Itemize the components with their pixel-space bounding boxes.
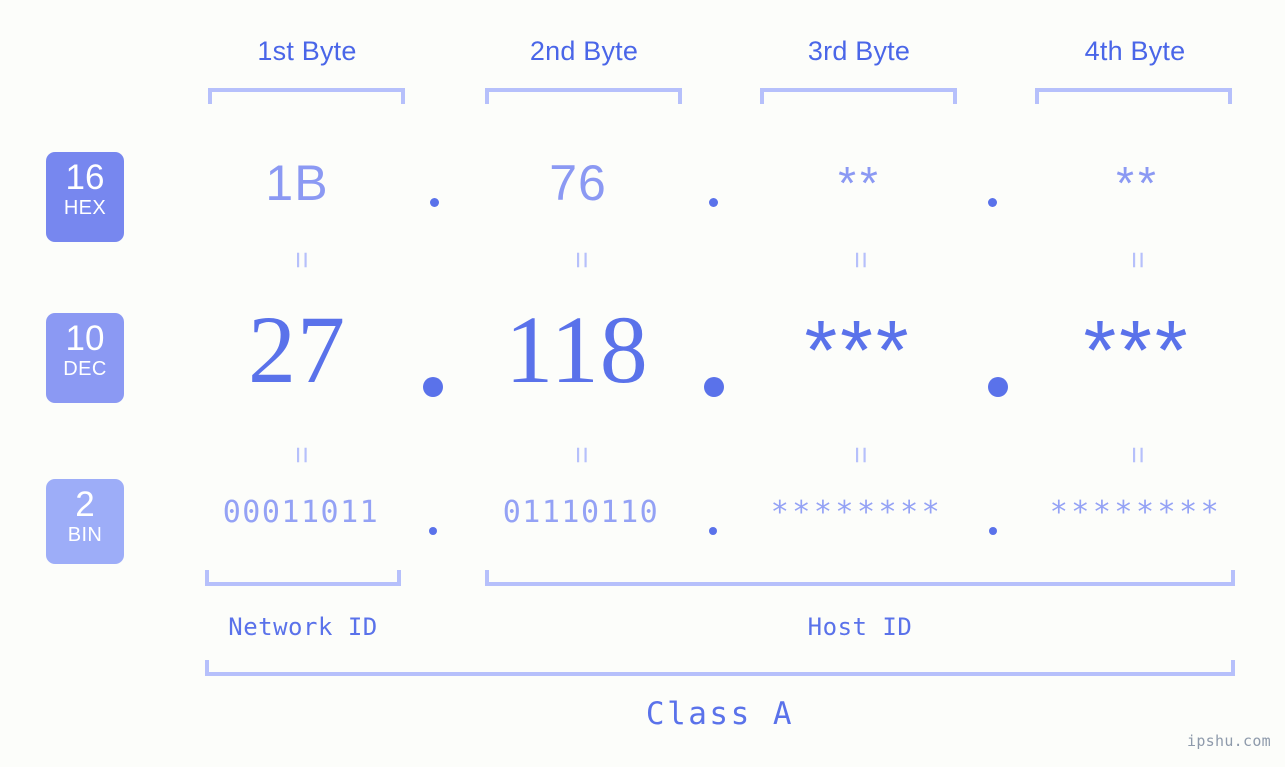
equals-sign-dec-bin-3: = [844, 446, 877, 464]
ip-breakdown-diagram: 1st Byte 2nd Byte 3rd Byte 4th Byte 16 H… [0, 0, 1285, 767]
dec-value-byte-3: *** [804, 303, 912, 397]
equals-sign-dec-bin-2: = [565, 446, 598, 464]
radix-badge-bin-number: 2 [75, 485, 95, 524]
equals-sign-hex-dec-2: = [565, 251, 598, 269]
hex-value-byte-3: ** [838, 157, 882, 209]
class-label: Class A [645, 696, 795, 732]
network-id-label: Network ID [228, 613, 378, 641]
equals-sign-dec-bin-4: = [1121, 446, 1154, 464]
class-bracket [205, 660, 1235, 676]
byte-bracket-3 [760, 88, 957, 104]
bin-value-byte-4: ******** [1049, 495, 1223, 530]
radix-badge-dec: 10 DEC [46, 313, 124, 403]
hex-separator-dot-3 [988, 198, 997, 207]
radix-badge-hex-system: HEX [63, 197, 107, 219]
dec-separator-dot-3 [988, 377, 1008, 397]
byte-label-1: 1st Byte [257, 36, 357, 66]
bin-value-byte-3: ******** [770, 495, 944, 530]
hex-separator-dot-1 [430, 198, 439, 207]
bin-separator-dot-2 [709, 527, 717, 535]
equals-sign-hex-dec-3: = [844, 251, 877, 269]
network-id-bracket [205, 570, 401, 586]
radix-badge-bin-system: BIN [67, 524, 103, 546]
dec-value-byte-2: 118 [505, 296, 649, 403]
dec-separator-dot-1 [423, 377, 443, 397]
equals-sign-hex-dec-4: = [1121, 251, 1154, 269]
radix-badge-dec-number: 10 [65, 319, 105, 358]
dec-separator-dot-2 [704, 377, 724, 397]
dec-value-byte-1: 27 [248, 296, 346, 403]
dec-value-byte-4: *** [1083, 303, 1191, 397]
equals-sign-dec-bin-1: = [285, 446, 318, 464]
hex-value-byte-1: 1B [265, 155, 329, 211]
bin-value-byte-1: 00011011 [222, 495, 380, 530]
radix-badge-hex-number: 16 [65, 158, 105, 197]
radix-badge-bin: 2 BIN [46, 479, 124, 564]
equals-sign-hex-dec-1: = [285, 251, 318, 269]
hex-value-byte-4: ** [1116, 157, 1160, 209]
byte-bracket-2 [485, 88, 682, 104]
hex-separator-dot-2 [709, 198, 718, 207]
hex-value-byte-2: 76 [549, 155, 607, 211]
byte-label-2: 2nd Byte [529, 36, 639, 66]
host-id-label: Host ID [807, 613, 913, 641]
host-id-bracket [485, 570, 1235, 586]
radix-badge-hex: 16 HEX [46, 152, 124, 242]
bin-separator-dot-3 [989, 527, 997, 535]
byte-label-3: 3rd Byte [807, 36, 911, 66]
bin-value-byte-2: 01110110 [502, 495, 660, 530]
byte-bracket-1 [208, 88, 405, 104]
byte-label-4: 4th Byte [1084, 36, 1186, 66]
byte-bracket-4 [1035, 88, 1232, 104]
watermark: ipshu.com [1187, 732, 1271, 750]
radix-badge-dec-system: DEC [63, 358, 107, 380]
bin-separator-dot-1 [429, 527, 437, 535]
